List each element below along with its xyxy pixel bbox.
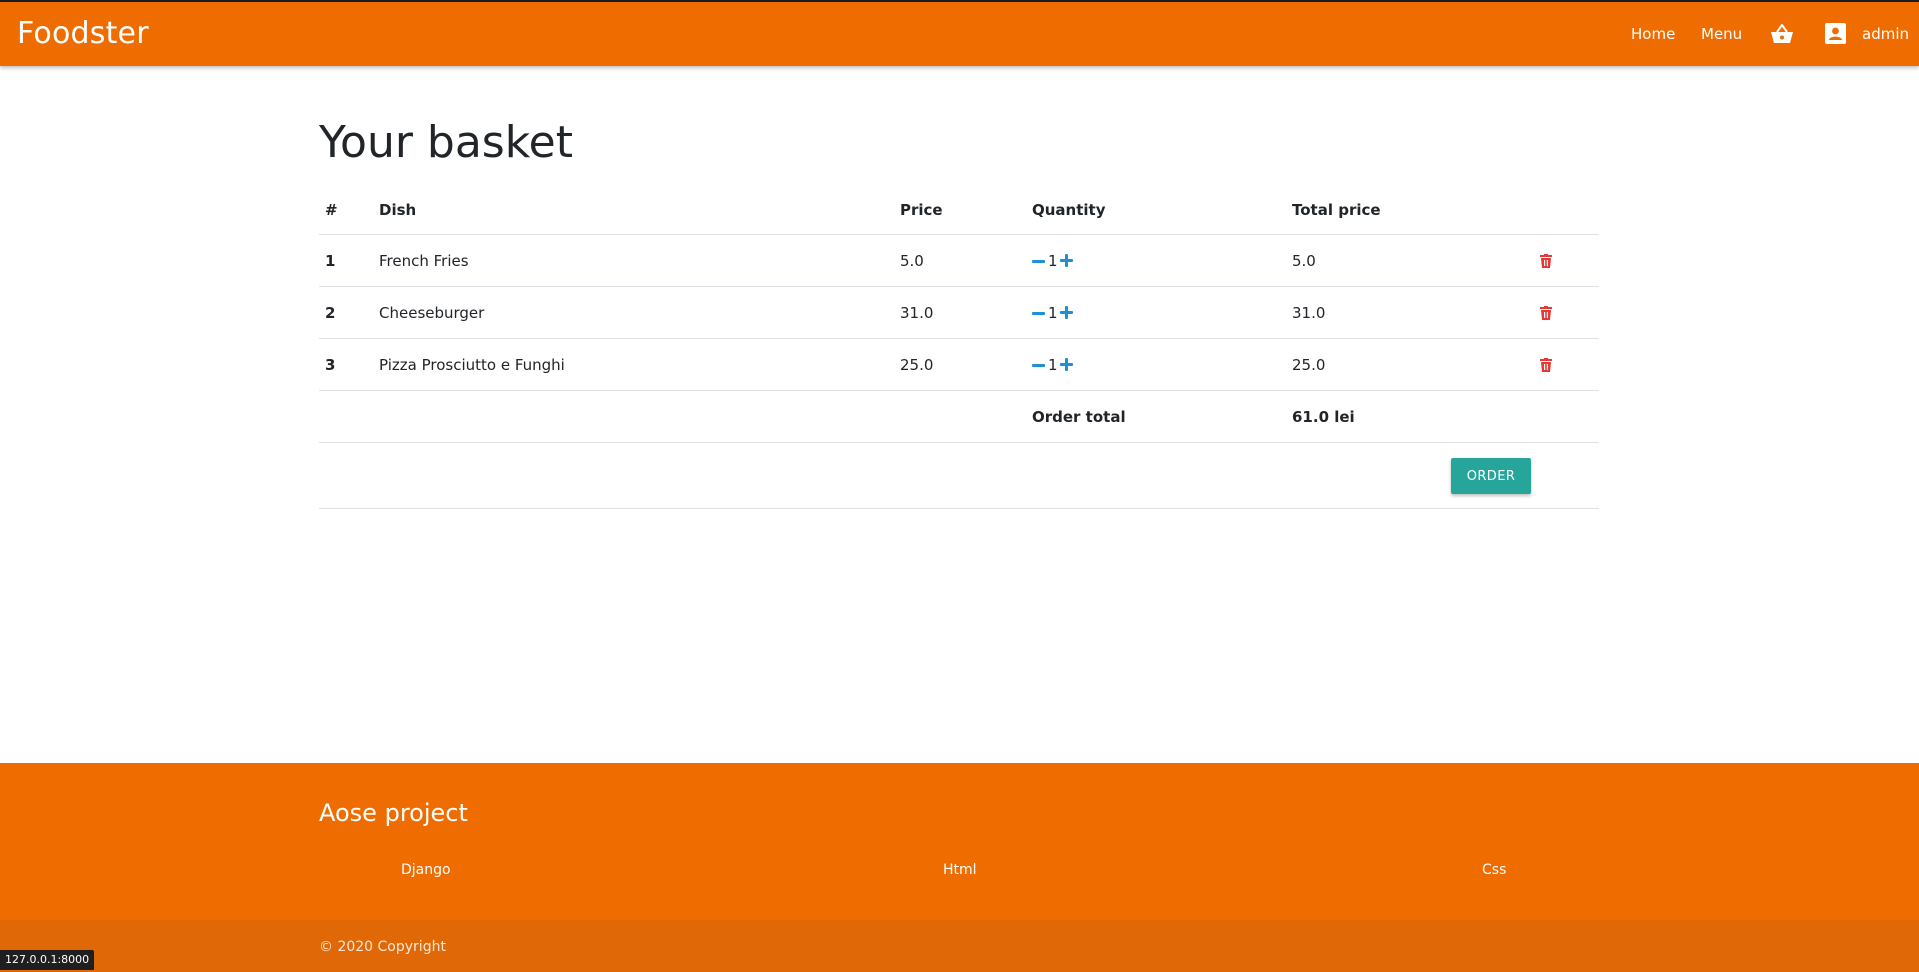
plus-icon[interactable] xyxy=(1059,306,1074,320)
header-price: Price xyxy=(900,201,943,219)
brand-logo[interactable]: Foodster xyxy=(17,16,149,51)
table-row: 2 Cheeseburger 31.0 1 31.0 xyxy=(319,287,1599,339)
header-quantity: Quantity xyxy=(1032,201,1106,219)
row-total: 25.0 xyxy=(1292,356,1326,374)
header-index: # xyxy=(325,201,338,219)
table-row: 1 French Fries 5.0 1 5.0 xyxy=(319,235,1599,287)
quantity-stepper: 1 xyxy=(1032,356,1074,374)
header-total: Total price xyxy=(1292,201,1381,219)
order-total-row: Order total 61.0 lei xyxy=(319,391,1599,443)
nav-menu-link[interactable]: Menu xyxy=(1701,25,1742,43)
minus-icon[interactable] xyxy=(1032,306,1046,320)
quantity-stepper: 1 xyxy=(1032,252,1074,270)
trash-icon[interactable] xyxy=(1540,357,1552,376)
row-dish: Pizza Prosciutto e Funghi xyxy=(379,356,565,374)
nav-user-link[interactable]: admin xyxy=(1862,25,1909,43)
row-index: 3 xyxy=(325,356,336,374)
row-total: 31.0 xyxy=(1292,304,1326,322)
row-index: 1 xyxy=(325,252,336,270)
plus-icon[interactable] xyxy=(1059,358,1074,372)
footer-link-django[interactable]: Django xyxy=(401,862,451,878)
row-price: 5.0 xyxy=(900,252,924,270)
quantity-stepper: 1 xyxy=(1032,304,1074,322)
row-index: 2 xyxy=(325,304,336,322)
footer-copyright-bar: © 2020 Copyright xyxy=(0,920,1919,972)
footer-title: Aose project xyxy=(319,799,468,827)
trash-icon[interactable] xyxy=(1540,253,1552,272)
basket-icon[interactable] xyxy=(1770,23,1794,49)
row-total: 5.0 xyxy=(1292,252,1316,270)
nav-home-link[interactable]: Home xyxy=(1631,25,1675,43)
table-row: 3 Pizza Prosciutto e Funghi 25.0 1 25.0 xyxy=(319,339,1599,391)
footer-link-html[interactable]: Html xyxy=(943,862,977,878)
page-footer: Aose project Django Html Css © 2020 Copy… xyxy=(0,763,1919,972)
quantity-value: 1 xyxy=(1048,356,1058,374)
row-dish: Cheeseburger xyxy=(379,304,485,322)
account-box-icon[interactable] xyxy=(1825,23,1846,48)
footer-link-css[interactable]: Css xyxy=(1482,862,1506,878)
row-price: 25.0 xyxy=(900,356,934,374)
row-dish: French Fries xyxy=(379,252,469,270)
order-action-row xyxy=(319,443,1599,509)
copyright-text: © 2020 Copyright xyxy=(319,939,446,955)
minus-icon[interactable] xyxy=(1032,254,1046,268)
page-title: Your basket xyxy=(319,117,573,168)
quantity-value: 1 xyxy=(1048,252,1058,270)
row-price: 31.0 xyxy=(900,304,934,322)
minus-icon[interactable] xyxy=(1032,358,1046,372)
table-header-row: # Dish Price Quantity Total price xyxy=(319,184,1599,235)
order-total-label: Order total xyxy=(1032,408,1126,426)
plus-icon[interactable] xyxy=(1059,254,1074,268)
trash-icon[interactable] xyxy=(1540,305,1552,324)
quantity-value: 1 xyxy=(1048,304,1058,322)
status-bar-url: 127.0.0.1:8000 xyxy=(0,950,95,970)
order-total-value: 61.0 lei xyxy=(1292,408,1355,426)
header-dish: Dish xyxy=(379,201,417,219)
top-navbar: Foodster Home Menu admin xyxy=(0,0,1919,66)
order-button[interactable]: ORDER xyxy=(1451,458,1531,494)
